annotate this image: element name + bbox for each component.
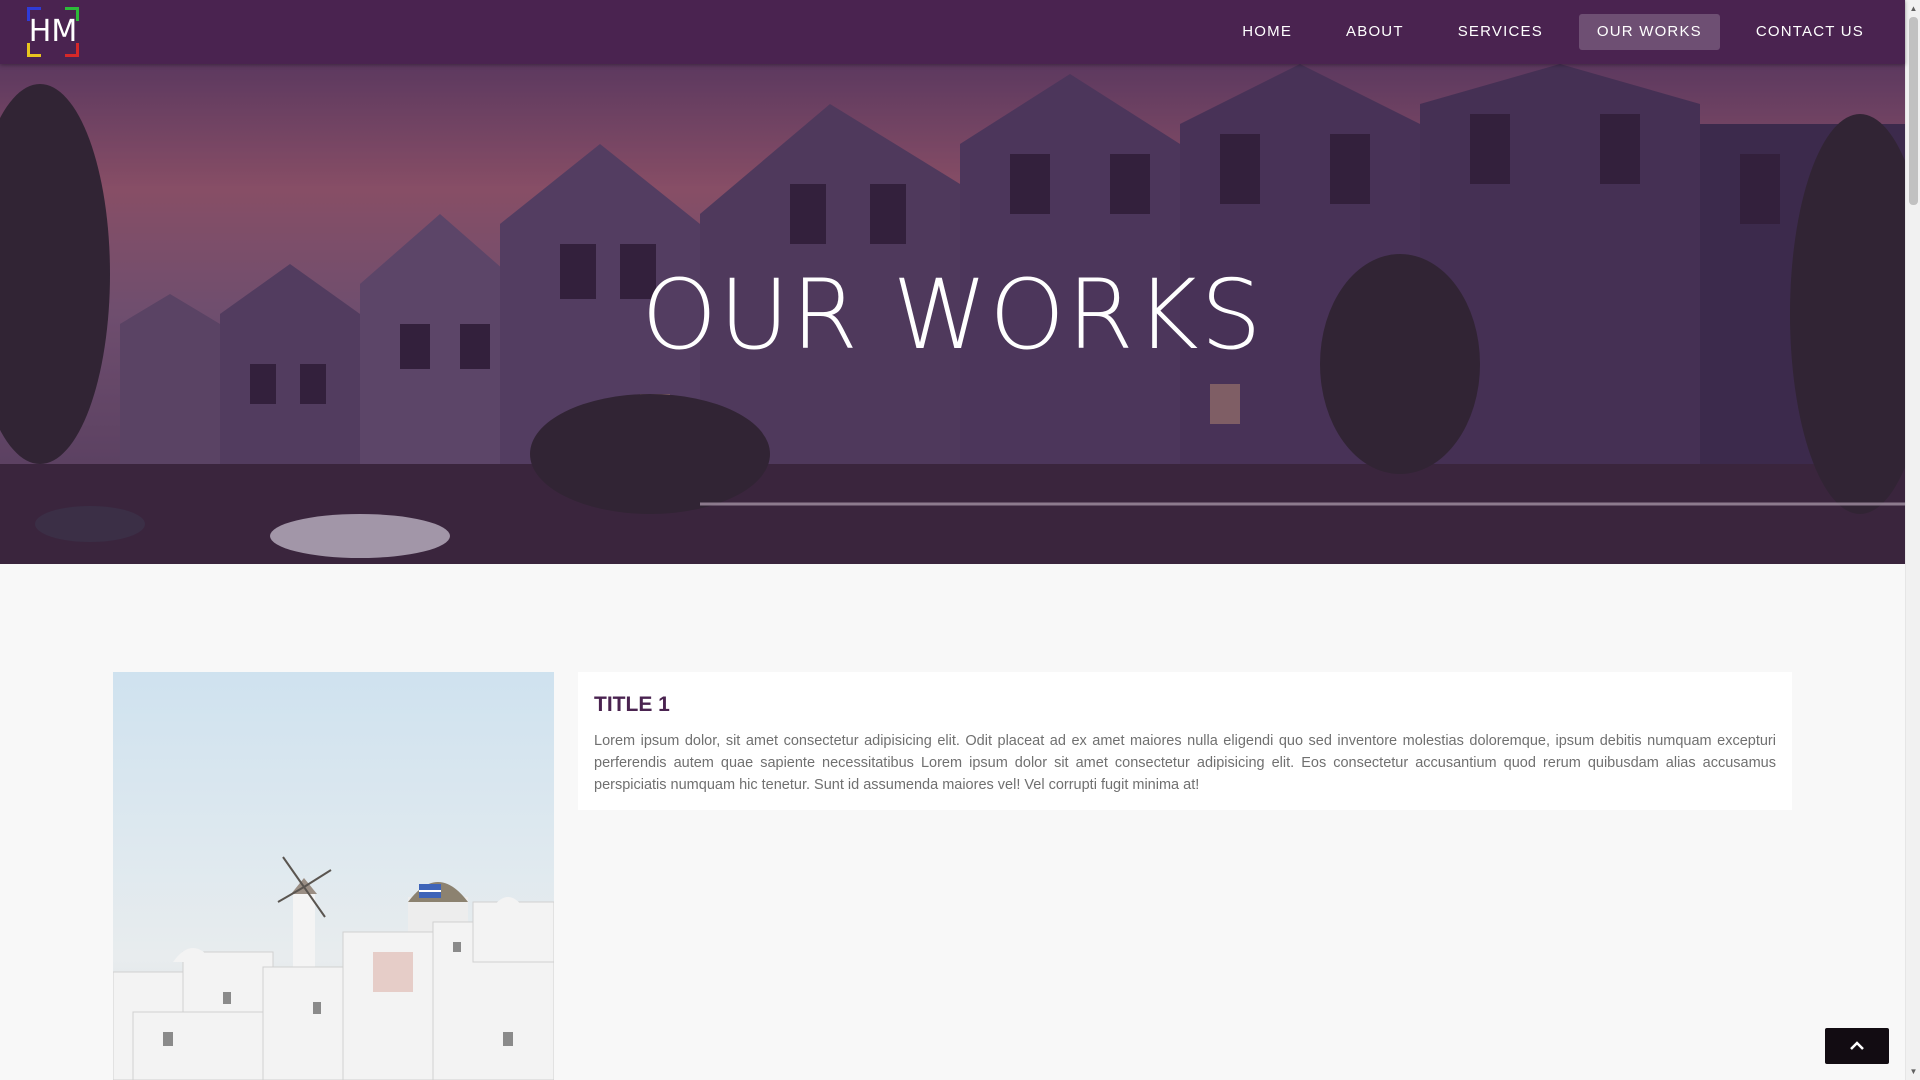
brand-logo[interactable]: HM — [27, 7, 79, 57]
page-scrollbar[interactable]: ▲ ▼ — [1905, 0, 1920, 1080]
chevron-up-icon — [1850, 1041, 1864, 1050]
scrollbar-thumb[interactable] — [1909, 17, 1918, 205]
work-card: TITLE 1 Lorem ipsum dolor, sit amet cons… — [578, 672, 1792, 810]
main-nav: HOME ABOUT SERVICES OUR WORKS CONTACT US — [1224, 14, 1882, 50]
work-image — [113, 672, 554, 1080]
back-to-top-button[interactable] — [1825, 1028, 1889, 1064]
nav-home[interactable]: HOME — [1224, 14, 1310, 50]
navbar: HM HOME ABOUT SERVICES OUR WORKS CONTACT… — [0, 0, 1905, 64]
nav-about[interactable]: ABOUT — [1328, 14, 1422, 50]
nav-our-works[interactable]: OUR WORKS — [1578, 14, 1720, 50]
work-description: Lorem ipsum dolor, sit amet consectetur … — [594, 733, 1776, 793]
work-title: TITLE 1 — [594, 693, 670, 716]
scroll-up-arrow-icon[interactable]: ▲ — [1906, 0, 1920, 17]
nav-contact-us[interactable]: CONTACT US — [1738, 14, 1882, 50]
page-title: OUR WORKS — [641, 259, 1264, 371]
hero-banner: OUR WORKS — [0, 64, 1905, 564]
scroll-down-arrow-icon[interactable]: ▼ — [1906, 1063, 1920, 1080]
logo-text: HM — [28, 14, 78, 49]
santorini-photo — [113, 856, 554, 1080]
nav-services[interactable]: SERVICES — [1440, 14, 1561, 50]
